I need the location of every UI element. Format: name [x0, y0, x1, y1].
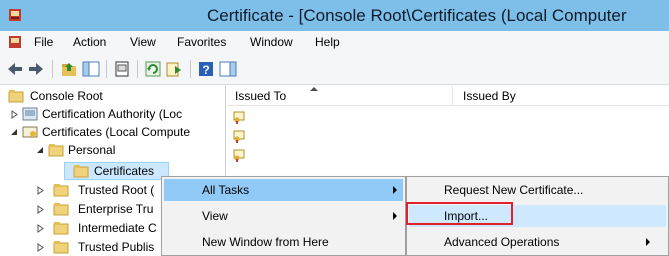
submenu-arrow-icon: [393, 212, 397, 220]
tree-item-certification-authority[interactable]: Certification Authority (Loc: [0, 106, 226, 124]
sort-ascending-icon: [310, 87, 318, 91]
help-icon[interactable]: ?: [197, 60, 215, 78]
window-title: Certificate - [Console Root\Certificates…: [207, 6, 627, 25]
cert-store-icon: [22, 126, 38, 138]
menu-item-label: Advanced Operations: [444, 235, 560, 249]
tree-item-label: Console Root: [30, 89, 103, 103]
tree-item-certificates-local-computer[interactable]: Certificates (Local Compute: [0, 124, 226, 142]
column-header-issued-to[interactable]: Issued To: [235, 89, 286, 103]
menu-item-label: Request New Certificate...: [444, 183, 584, 197]
folder-icon: [53, 222, 69, 235]
toolbar: ?: [0, 54, 669, 85]
tree-item-trusted-publishers[interactable]: Trusted Publis: [0, 239, 160, 256]
tree-item-intermediate[interactable]: Intermediate C: [0, 220, 160, 238]
expand-arrow-icon[interactable]: [36, 243, 45, 252]
tree-item-trusted-root[interactable]: Trusted Root (: [0, 182, 160, 200]
tree-item-label: Trusted Root (: [78, 183, 155, 197]
menu-item-label: New Window from Here: [202, 235, 329, 249]
snapin-icon: [22, 107, 38, 121]
expand-arrow-icon[interactable]: [36, 224, 45, 233]
collapse-arrow-icon[interactable]: [36, 146, 45, 155]
submenu-advanced-operations[interactable]: Advanced Operations: [409, 231, 666, 253]
show-hide-tree-icon[interactable]: [82, 60, 100, 78]
context-menu: All Tasks View New Window from Here: [161, 176, 406, 256]
tree-item-console-root[interactable]: Console Root: [0, 88, 226, 106]
mmc-app-icon: [9, 9, 21, 21]
certificate-icon[interactable]: [233, 110, 247, 124]
context-menu-all-tasks[interactable]: All Tasks: [164, 179, 403, 201]
context-menu-new-window[interactable]: New Window from Here: [164, 231, 403, 253]
tree-item-enterprise-trust[interactable]: Enterprise Tru: [0, 201, 160, 219]
folder-icon: [53, 184, 69, 197]
system-menu-icon[interactable]: [8, 35, 22, 49]
toolbar-separator: [137, 60, 138, 78]
column-header-issued-by[interactable]: Issued By: [463, 89, 516, 103]
expand-arrow-icon[interactable]: [10, 110, 19, 119]
menu-view[interactable]: View: [130, 35, 156, 49]
expand-arrow-icon[interactable]: [36, 205, 45, 214]
certificate-icon[interactable]: [233, 129, 247, 143]
toolbar-separator: [190, 60, 191, 78]
up-folder-icon[interactable]: [60, 60, 78, 78]
folder-icon: [73, 165, 89, 178]
back-arrow-icon[interactable]: [6, 60, 24, 78]
submenu-arrow-icon: [393, 186, 397, 194]
menu-action[interactable]: Action: [73, 35, 106, 49]
tree-item-label: Certificates (Local Compute: [42, 125, 191, 139]
collapse-arrow-icon[interactable]: [10, 128, 19, 137]
import-highlight-box: [406, 202, 513, 225]
column-divider[interactable]: [452, 86, 453, 106]
tree-item-label: Trusted Publis: [78, 240, 155, 254]
expand-arrow-icon[interactable]: [36, 186, 45, 195]
title-bar: Certificate - [Console Root\Certificates…: [0, 0, 669, 31]
context-menu-view[interactable]: View: [164, 205, 403, 227]
menu-favorites[interactable]: Favorites: [177, 35, 226, 49]
folder-icon: [8, 90, 24, 103]
menu-item-label: View: [202, 209, 228, 223]
menu-file[interactable]: File: [34, 35, 53, 49]
tree-item-label: Intermediate C: [78, 221, 157, 235]
submenu-request-new-certificate[interactable]: Request New Certificate...: [409, 179, 666, 201]
svg-text:?: ?: [202, 63, 209, 77]
folder-icon: [48, 144, 64, 157]
folder-icon: [53, 203, 69, 216]
tree-item-label: Enterprise Tru: [78, 202, 154, 216]
tree-item-label: Personal: [68, 143, 116, 157]
export-list-icon[interactable]: [165, 60, 183, 78]
submenu-arrow-icon: [646, 238, 650, 246]
menu-item-label: All Tasks: [202, 183, 250, 197]
menu-help[interactable]: Help: [315, 35, 340, 49]
show-action-pane-icon[interactable]: [219, 60, 237, 78]
menu-bar: File Action View Favorites Window Help: [0, 31, 669, 54]
forward-arrow-icon[interactable]: [27, 60, 45, 78]
toolbar-separator: [106, 60, 107, 78]
properties-icon[interactable]: [113, 60, 131, 78]
list-header: Issued To Issued By: [227, 86, 669, 106]
tree-item-personal[interactable]: Personal: [0, 142, 226, 160]
folder-icon: [53, 241, 69, 254]
tree-item-label: Certification Authority (Loc: [42, 107, 183, 121]
tree-item-label: Certificates: [94, 164, 155, 178]
menu-window[interactable]: Window: [250, 35, 293, 49]
tree-item-certificates-selected[interactable]: Certificates: [64, 162, 169, 180]
toolbar-separator: [52, 60, 53, 78]
certificate-icon[interactable]: [233, 148, 247, 162]
refresh-icon[interactable]: [144, 60, 162, 78]
